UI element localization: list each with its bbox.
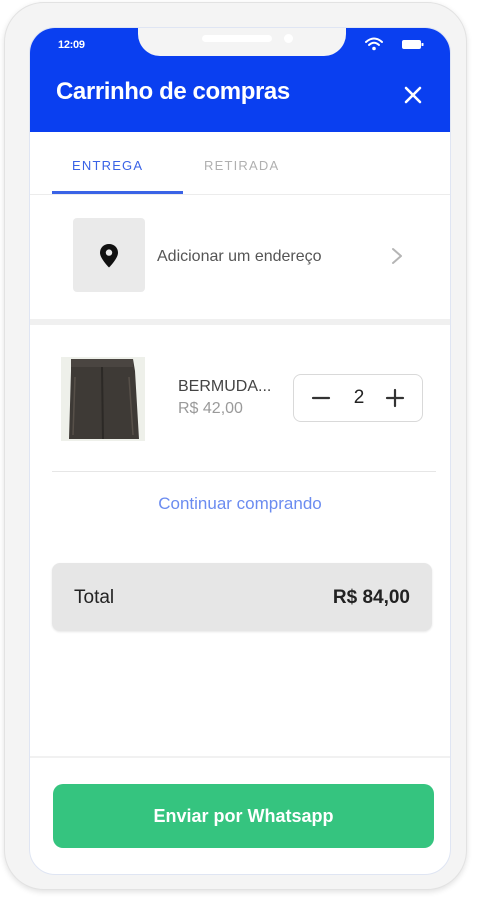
phone-frame: 12:09 Carrinho de compras ENTREGA RETIRA… <box>4 2 467 890</box>
delivery-tabs: ENTREGA RETIRADA <box>30 132 450 195</box>
minus-icon[interactable] <box>310 387 332 409</box>
map-pin-icon <box>100 244 118 268</box>
device-notch <box>138 28 346 56</box>
item-divider <box>52 471 436 472</box>
add-address-row[interactable]: Adicionar um endereço <box>30 195 450 319</box>
total-summary: Total R$ 84,00 <box>52 563 432 631</box>
tab-retirada[interactable]: RETIRADA <box>204 158 279 173</box>
quantity-value: 2 <box>353 387 365 408</box>
product-image <box>61 357 145 441</box>
tab-entrega[interactable]: ENTREGA <box>72 158 143 173</box>
wifi-icon <box>365 37 383 51</box>
page-title: Carrinho de compras <box>56 78 290 105</box>
app-header: 12:09 Carrinho de compras <box>30 28 450 132</box>
product-name: BERMUDA... <box>178 378 272 395</box>
close-icon[interactable] <box>402 84 424 106</box>
total-value: R$ 84,00 <box>332 587 410 608</box>
product-photo <box>61 357 145 441</box>
chevron-right-icon <box>392 248 402 264</box>
plus-icon[interactable] <box>384 387 406 409</box>
status-time: 12:09 <box>58 39 85 51</box>
total-label: Total <box>74 587 115 608</box>
send-whatsapp-button[interactable]: Enviar por Whatsapp <box>53 784 434 848</box>
address-icon-box <box>73 218 145 292</box>
active-tab-indicator <box>52 191 183 194</box>
continue-shopping-link[interactable]: Continuar comprando <box>30 494 450 514</box>
app-screen: 12:09 Carrinho de compras ENTREGA RETIRA… <box>29 27 451 875</box>
speaker-grille <box>202 35 272 42</box>
cart-item: BERMUDA... R$ 42,00 2 <box>30 325 450 471</box>
footer-divider <box>30 756 450 758</box>
battery-icon <box>402 40 424 49</box>
product-price: R$ 42,00 <box>178 400 243 417</box>
add-address-label: Adicionar um endereço <box>157 248 322 265</box>
front-camera <box>284 34 293 43</box>
quantity-stepper: 2 <box>293 374 423 422</box>
